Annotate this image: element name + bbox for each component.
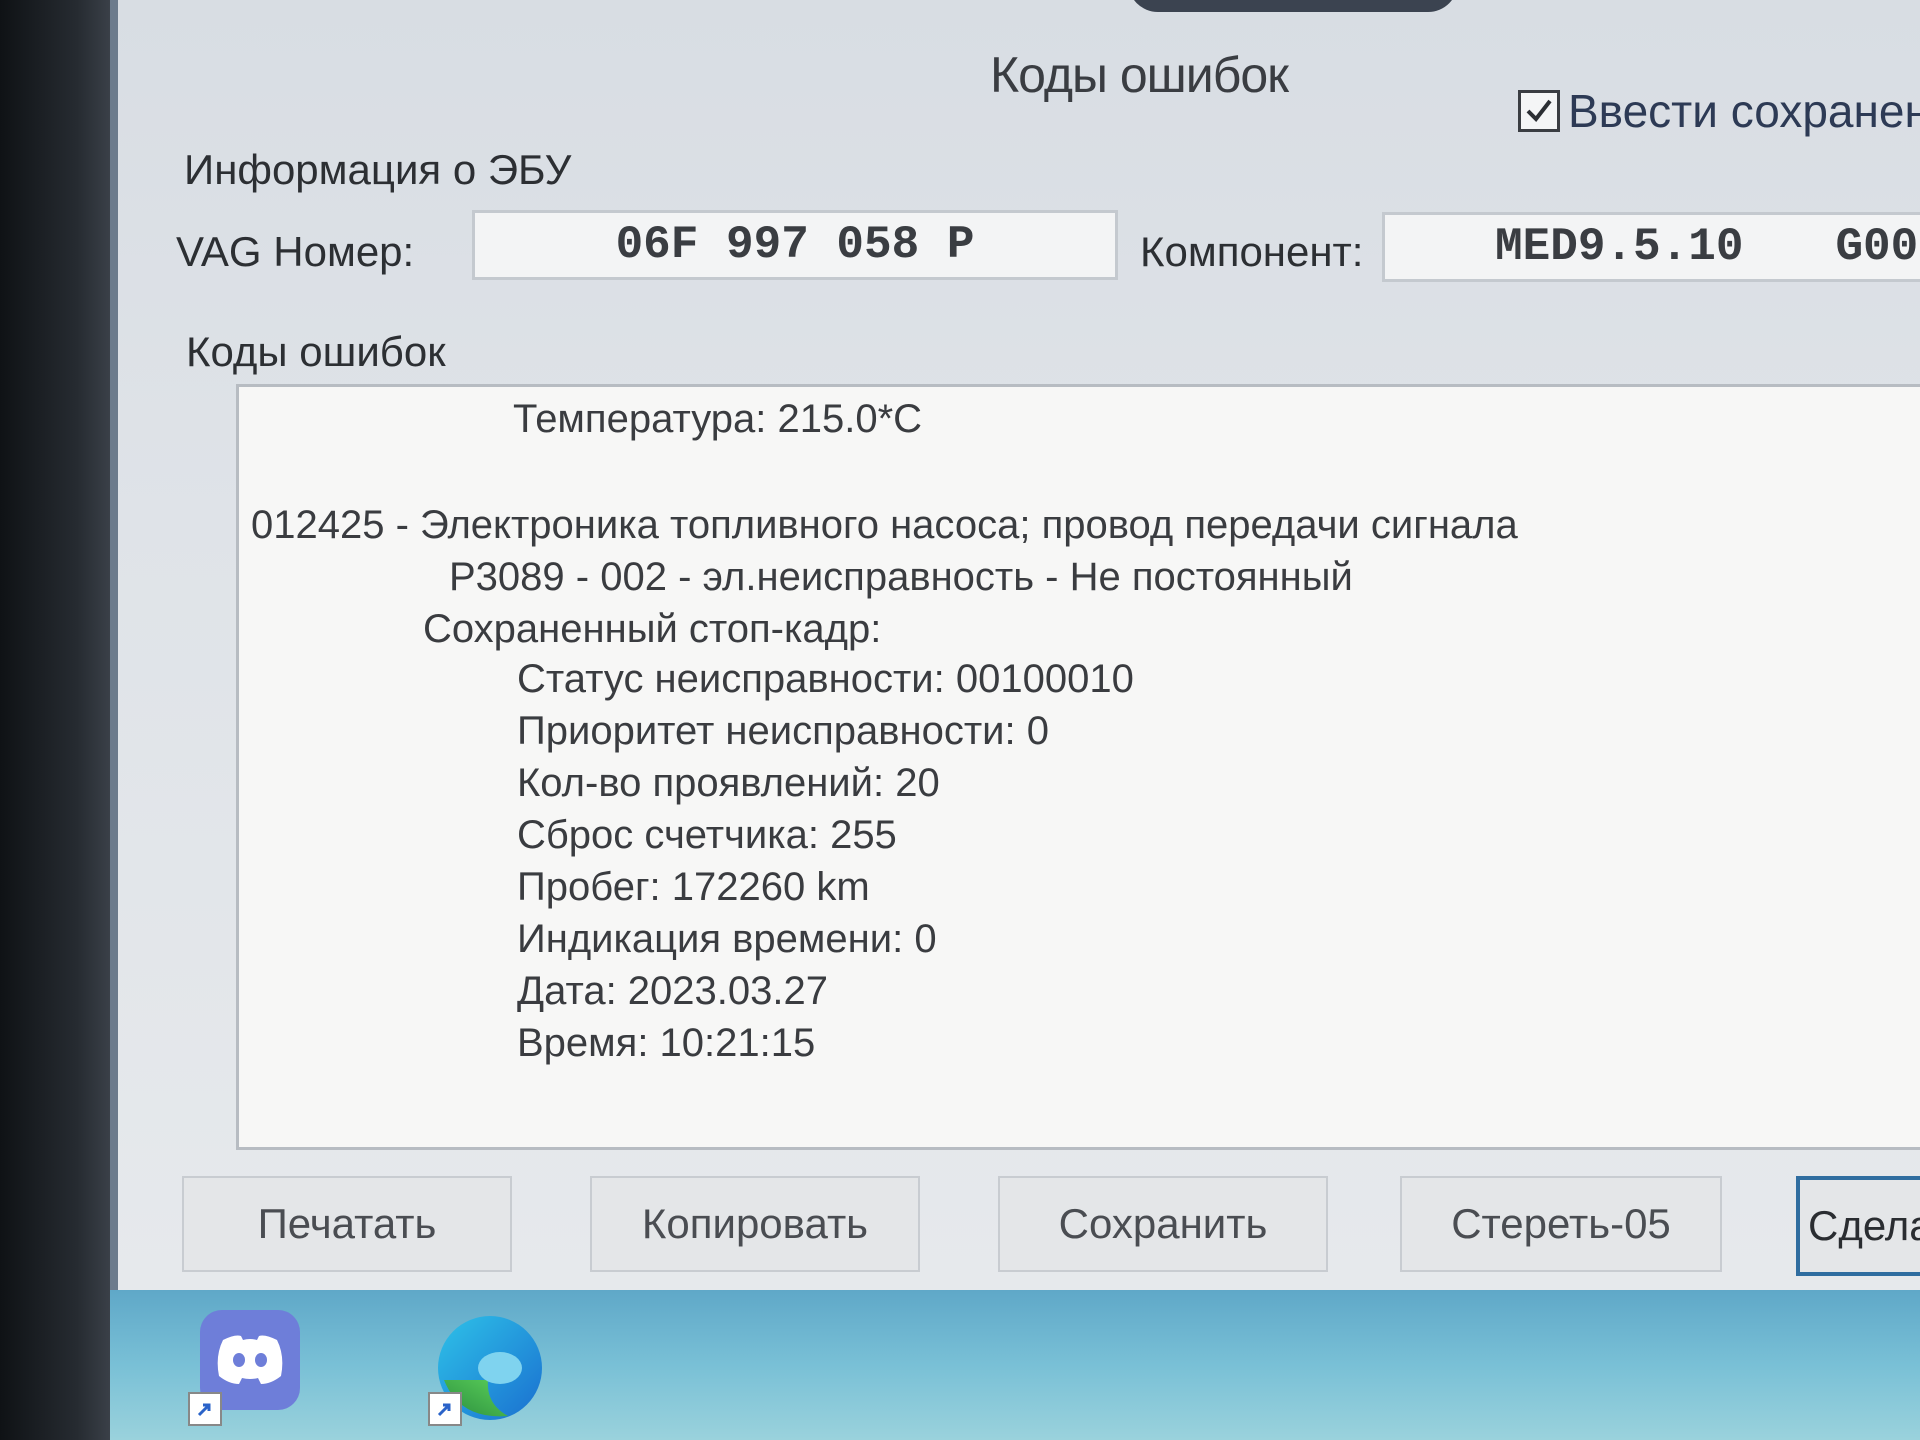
freeze-frame-count: Кол-во проявлений: 20	[517, 761, 940, 805]
component-label: Компонент:	[1140, 228, 1364, 275]
save-button[interactable]: Сохранить	[998, 1176, 1328, 1272]
erase-button[interactable]: Стереть-05	[1400, 1176, 1722, 1272]
freeze-frame-time: Время: 10:21:15	[517, 1021, 816, 1065]
component-field: MED9.5.10 G00	[1382, 212, 1920, 282]
p-code-line: P3089 - 002 - эл.неисправность - Не пост…	[449, 555, 1353, 599]
freeze-frame-time-indication: Индикация времени: 0	[517, 917, 937, 961]
freeze-frame-checkbox[interactable]: Ввести сохраненн	[1518, 84, 1920, 138]
desktop-background	[110, 1290, 1920, 1440]
vag-number-field: 06F 997 058 P	[472, 210, 1118, 280]
discord-logo-icon	[217, 1335, 283, 1384]
freeze-frame-label: Сохраненный стоп-кадр:	[423, 607, 882, 651]
fault-code-line: 012425 - Электроника топливного насоса; …	[251, 503, 1518, 547]
screen-bezel	[0, 0, 110, 1440]
copy-button[interactable]: Копировать	[590, 1176, 920, 1272]
freeze-frame-mileage: Пробег: 172260 km	[517, 865, 870, 909]
freeze-frame-date: Дата: 2023.03.27	[517, 969, 828, 1013]
done-button[interactable]: Сдела	[1796, 1176, 1920, 1276]
freeze-frame-priority: Приоритет неисправности: 0	[517, 709, 1049, 753]
vag-number-value: 06F 997 058 P	[615, 219, 975, 271]
fault-codes-textbox[interactable]: Температура: 215.0*C 012425 - Электроник…	[236, 384, 1920, 1150]
freeze-frame-status: Статус неисправности: 00100010	[517, 657, 1134, 701]
temperature-line: Температура: 215.0*C	[513, 397, 923, 441]
window-header-fragment	[1128, 0, 1458, 12]
component-value: MED9.5.10	[1495, 221, 1744, 273]
shortcut-arrow-icon	[188, 1392, 222, 1426]
freeze-frame-reset: Сброс счетчика: 255	[517, 813, 897, 857]
ecu-info-label: Информация о ЭБУ	[184, 146, 572, 193]
component-extra: G00	[1835, 221, 1919, 273]
checkbox-checked-icon[interactable]	[1518, 90, 1560, 132]
window-title: Коды ошибок	[990, 47, 1289, 103]
checkbox-label: Ввести сохраненн	[1568, 85, 1920, 137]
shortcut-arrow-icon	[428, 1392, 462, 1426]
fault-codes-label: Коды ошибок	[186, 328, 446, 375]
print-button[interactable]: Печатать	[182, 1176, 512, 1272]
vag-number-label: VAG Номер:	[176, 228, 415, 275]
